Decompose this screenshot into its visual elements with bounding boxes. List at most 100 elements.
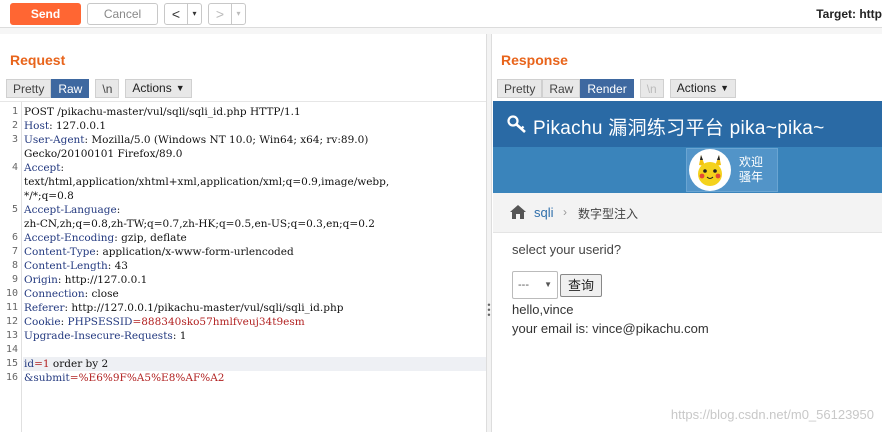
actions-label: Actions <box>132 81 172 95</box>
pikachu-icon <box>698 155 722 186</box>
tab-pretty[interactable]: Pretty <box>497 79 543 98</box>
request-line[interactable]: Accept-Language: <box>24 203 120 217</box>
code-token: =888340sko57hmlfveuj34t9esm <box>132 316 305 328</box>
request-line[interactable]: Connection: close <box>24 287 119 301</box>
target-label[interactable]: Target: http <box>816 7 882 21</box>
line-number: 7 <box>11 246 18 257</box>
request-line[interactable]: Content-Type: application/x-www-form-url… <box>24 245 294 259</box>
code-token: Gecko/20100101 Firefox/89.0 <box>24 148 183 160</box>
toolbar-separator <box>0 28 882 34</box>
tab-pretty[interactable]: Pretty <box>6 79 52 98</box>
request-line[interactable]: User-Agent: Mozilla/5.0 (Windows NT 10.0… <box>24 133 368 147</box>
code-token: Accept-Language <box>24 204 117 216</box>
result-greeting: hello,vince <box>512 302 574 317</box>
request-line[interactable]: Accept: <box>24 161 64 175</box>
key-icon <box>507 115 526 133</box>
cancel-button[interactable]: Cancel <box>87 3 158 25</box>
request-editor[interactable]: 1 POST /pikachu-master/vul/sqli/sqli_id.p… <box>0 101 486 432</box>
actions-menu-button[interactable]: Actions ▼ <box>669 79 737 98</box>
request-line[interactable]: Content-Length: 43 <box>24 259 128 273</box>
code-token: : 127.0.0.1 <box>49 120 107 132</box>
chevron-down-icon: ▼ <box>544 280 552 289</box>
actions-label: Actions <box>676 81 717 95</box>
line-number: 3 <box>11 134 18 145</box>
history-back-button[interactable]: < ▾ <box>164 3 202 25</box>
request-line[interactable]: Upgrade-Insecure-Requests: 1 <box>24 329 186 343</box>
request-line[interactable]: */*;q=0.8 <box>24 189 74 203</box>
welcome-line-2: 骚年 <box>739 170 764 184</box>
response-view-tabs: Pretty Raw Render \n Actions ▼ <box>497 79 737 99</box>
line-number: 5 <box>11 204 18 215</box>
line-number: 2 <box>11 120 18 131</box>
code-token: : gzip, deflate <box>114 232 187 244</box>
drag-handle-icon[interactable]: • • • <box>487 301 491 320</box>
home-icon[interactable] <box>509 204 527 220</box>
tab-newline-toggle[interactable]: \n <box>95 79 120 98</box>
request-line[interactable]: &submit=%E6%9F%A5%E8%AF%A2 <box>24 371 224 385</box>
code-token: Host <box>24 120 50 132</box>
welcome-text: 欢迎 骚年 <box>739 155 763 185</box>
code-token: : <box>60 316 68 328</box>
line-number: 14 <box>5 344 18 355</box>
code-token: Accept-Encoding <box>24 232 115 244</box>
breadcrumb: sqli › 数字型注入 <box>493 193 882 233</box>
request-line[interactable]: zh-CN,zh;q=0.8,zh-TW;q=0.7,zh-HK;q=0.5,e… <box>24 217 375 231</box>
watermark: https://blog.csdn.net/m0_56123950 <box>670 407 874 422</box>
send-button[interactable]: Send <box>10 3 81 25</box>
code-token: Accept <box>24 162 61 174</box>
tab-raw[interactable]: Raw <box>542 79 581 98</box>
request-line[interactable]: text/html,application/xhtml+xml,applicat… <box>24 175 389 189</box>
request-view-tabs: Pretty Raw \n Actions ▼ <box>6 79 192 99</box>
code-token: zh-CN,zh;q=0.8,zh-TW;q=0.7,zh-HK;q=0.5,e… <box>24 218 375 230</box>
line-number: 16 <box>5 372 18 383</box>
line-number: 13 <box>5 330 18 341</box>
user-card[interactable]: 欢迎 骚年 <box>686 148 778 192</box>
burp-repeater-window: Send Cancel < ▾ > ▾ Target: http Request… <box>0 0 882 432</box>
welcome-line-1: 欢迎 <box>739 155 764 169</box>
code-token: =1 <box>34 358 50 370</box>
request-line[interactable]: id=1 order by 2 <box>24 357 108 371</box>
request-line[interactable]: Referer: http://127.0.0.1/pikachu-master… <box>24 301 343 315</box>
code-token: text/html,application/xhtml+xml,applicat… <box>24 176 390 188</box>
chevron-down-icon[interactable]: ▾ <box>187 4 201 24</box>
breadcrumb-link-sqli[interactable]: sqli <box>534 205 554 220</box>
code-token: : http://127.0.0.1/pikachu-master/vul/sq… <box>64 302 344 314</box>
request-line[interactable]: Cookie: PHPSESSID=888340sko57hmlfveuj34t… <box>24 315 305 329</box>
select-value: --- <box>518 279 529 291</box>
site-title[interactable]: Pikachu 漏洞练习平台 pika~pika~ <box>533 113 825 140</box>
pikachu-avatar <box>689 149 731 191</box>
code-token: : Mozilla/5.0 (Windows NT 10.0; Win64; x… <box>84 134 369 146</box>
chevron-left-icon: < <box>171 6 181 22</box>
code-token: : <box>116 204 121 216</box>
chevron-down-icon: ▼ <box>720 83 730 93</box>
line-number: 12 <box>5 316 18 327</box>
request-line[interactable]: Gecko/20100101 Firefox/89.0 <box>24 147 182 161</box>
tab-render[interactable]: Render <box>580 79 634 98</box>
code-token: Referer <box>24 302 65 314</box>
request-line[interactable]: POST /pikachu-master/vul/sqli/sqli_id.ph… <box>24 105 301 119</box>
code-token: Connection <box>24 288 85 300</box>
line-number: 11 <box>5 302 18 313</box>
tab-newline-toggle[interactable]: \n <box>639 79 664 98</box>
code-token: =%E6%9F%A5%E8%AF%A2 <box>69 372 225 384</box>
chevron-down-icon: ▼ <box>175 83 185 93</box>
request-line[interactable]: Host: 127.0.0.1 <box>24 119 106 133</box>
breadcrumb-current: 数字型注入 <box>578 207 639 221</box>
tab-raw[interactable]: Raw <box>51 79 90 98</box>
line-number: 1 <box>11 106 18 117</box>
history-forward-button[interactable]: > ▾ <box>208 3 246 25</box>
userid-select[interactable]: --- ▼ <box>512 271 558 299</box>
query-button[interactable]: 查询 <box>560 274 602 297</box>
panel-splitter[interactable] <box>486 34 492 432</box>
line-number: 4 <box>11 162 18 173</box>
request-line[interactable]: Accept-Encoding: gzip, deflate <box>24 231 187 245</box>
request-panel-title: Request <box>10 52 66 68</box>
actions-menu-button[interactable]: Actions ▼ <box>125 79 192 98</box>
code-token: POST /pikachu-master/vul/sqli/sqli_id.ph… <box>24 106 301 118</box>
request-line[interactable]: Origin: http://127.0.0.1 <box>24 273 147 287</box>
code-token: */*;q=0.8 <box>24 190 74 202</box>
code-token: Content-Length <box>24 260 108 272</box>
chevron-down-icon[interactable]: ▾ <box>231 4 245 24</box>
code-token: : http://127.0.0.1 <box>57 274 148 286</box>
code-token: id <box>24 358 35 370</box>
